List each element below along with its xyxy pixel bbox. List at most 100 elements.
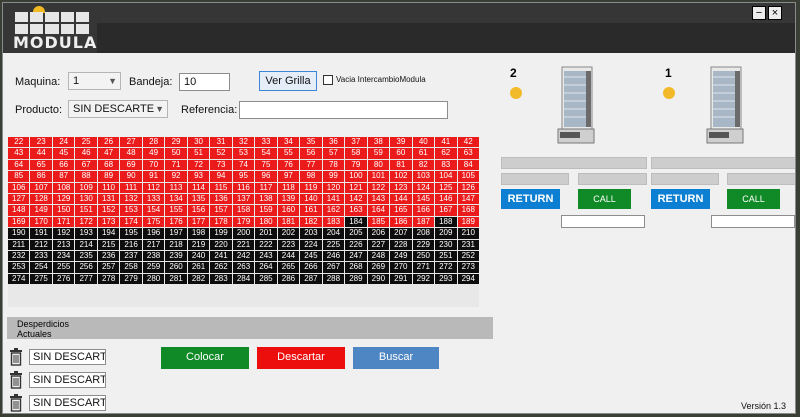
tray-cell[interactable]: 128 <box>30 193 52 205</box>
tray-cell[interactable]: 65 <box>30 159 52 171</box>
tray-cell[interactable]: 142 <box>345 193 367 205</box>
tray-cell[interactable]: 293 <box>435 273 457 285</box>
tray-cell[interactable]: 68 <box>97 159 120 171</box>
tray-cell[interactable]: 108 <box>52 182 75 193</box>
tray-cell[interactable]: 204 <box>322 228 345 239</box>
return-button[interactable]: RETURN <box>651 189 710 209</box>
tray-cell[interactable]: 91 <box>142 171 165 182</box>
tray-cell[interactable]: 194 <box>97 228 120 239</box>
tray-cell[interactable]: 131 <box>97 193 120 205</box>
tray-cell[interactable]: 271 <box>412 262 435 273</box>
producto-select[interactable]: SIN DESCARTE ▼ <box>68 100 168 118</box>
tray-cell[interactable]: 100 <box>345 171 367 182</box>
tray-cell[interactable]: 89 <box>97 171 120 182</box>
tray-cell[interactable]: 94 <box>210 171 232 182</box>
tray-cell[interactable]: 198 <box>187 228 210 239</box>
tray-cell[interactable]: 238 <box>142 250 165 262</box>
tray-cell[interactable]: 192 <box>52 228 75 239</box>
tray-cell[interactable]: 288 <box>322 273 345 285</box>
tray-cell[interactable]: 153 <box>120 205 142 216</box>
tray-cell[interactable]: 263 <box>232 262 255 273</box>
tray-cell[interactable]: 174 <box>120 216 142 228</box>
tray-cell[interactable]: 49 <box>142 148 165 159</box>
tray-cell[interactable]: 247 <box>345 250 367 262</box>
tray-cell[interactable]: 254 <box>30 262 52 273</box>
tray-cell[interactable]: 173 <box>97 216 120 228</box>
tray-cell[interactable]: 212 <box>30 239 52 250</box>
tray-cell[interactable]: 37 <box>345 137 367 148</box>
tray-cell[interactable]: 239 <box>165 250 187 262</box>
tray-cell[interactable]: 127 <box>8 193 30 205</box>
tray-cell[interactable]: 269 <box>367 262 390 273</box>
tray-cell[interactable]: 240 <box>187 250 210 262</box>
tray-cell[interactable]: 103 <box>412 171 435 182</box>
tray-cell[interactable]: 73 <box>210 159 232 171</box>
tray-cell[interactable]: 270 <box>390 262 412 273</box>
tray-cell[interactable]: 196 <box>142 228 165 239</box>
tray-cell[interactable]: 130 <box>75 193 97 205</box>
tray-cell[interactable]: 234 <box>52 250 75 262</box>
tray-cell[interactable]: 107 <box>30 182 52 193</box>
descartar-button[interactable]: Descartar <box>257 347 345 369</box>
tray-cell[interactable]: 256 <box>75 262 97 273</box>
tray-cell[interactable]: 64 <box>8 159 30 171</box>
tray-cell[interactable]: 258 <box>120 262 142 273</box>
tray-cell[interactable]: 193 <box>75 228 97 239</box>
tray-cell[interactable]: 184 <box>345 216 367 228</box>
tray-cell[interactable]: 218 <box>165 239 187 250</box>
tray-cell[interactable]: 148 <box>8 205 30 216</box>
tray-cell[interactable]: 207 <box>390 228 412 239</box>
tray-cell[interactable]: 84 <box>457 159 479 171</box>
tray-cell[interactable]: 216 <box>120 239 142 250</box>
tray-cell[interactable]: 230 <box>435 239 457 250</box>
tray-cell[interactable]: 34 <box>277 137 300 148</box>
tray-cell[interactable]: 71 <box>165 159 187 171</box>
tray-cell[interactable]: 171 <box>52 216 75 228</box>
tray-cell[interactable]: 294 <box>457 273 479 285</box>
tray-cell[interactable]: 80 <box>367 159 390 171</box>
tray-cell[interactable]: 83 <box>435 159 457 171</box>
tray-cell[interactable]: 282 <box>187 273 210 285</box>
tray-cell[interactable]: 241 <box>210 250 232 262</box>
desperdicio-field-2[interactable]: SIN DESCARTE <box>29 372 106 388</box>
tray-cell[interactable]: 25 <box>75 137 97 148</box>
tray-cell[interactable]: 44 <box>30 148 52 159</box>
machine-input[interactable] <box>561 215 645 228</box>
tray-cell[interactable]: 92 <box>165 171 187 182</box>
tray-cell[interactable]: 166 <box>412 205 435 216</box>
tray-cell[interactable]: 114 <box>187 182 210 193</box>
tray-cell[interactable]: 82 <box>412 159 435 171</box>
tray-cell[interactable]: 45 <box>52 148 75 159</box>
tray-cell[interactable]: 235 <box>75 250 97 262</box>
tray-cell[interactable]: 151 <box>75 205 97 216</box>
tray-cell[interactable]: 180 <box>255 216 277 228</box>
tray-cell[interactable]: 224 <box>300 239 322 250</box>
tray-cell[interactable]: 126 <box>457 182 479 193</box>
tray-cell[interactable]: 81 <box>390 159 412 171</box>
tray-cell[interactable]: 278 <box>97 273 120 285</box>
tray-cell[interactable]: 51 <box>187 148 210 159</box>
tray-cell[interactable]: 179 <box>232 216 255 228</box>
tray-cell[interactable]: 255 <box>52 262 75 273</box>
tray-cell[interactable]: 48 <box>120 148 142 159</box>
tray-cell[interactable]: 112 <box>142 182 165 193</box>
tray-cell[interactable]: 36 <box>322 137 345 148</box>
tray-cell[interactable]: 182 <box>300 216 322 228</box>
tray-cell[interactable]: 146 <box>435 193 457 205</box>
tray-cell[interactable]: 98 <box>300 171 322 182</box>
tray-cell[interactable]: 210 <box>457 228 479 239</box>
tray-cell[interactable]: 280 <box>142 273 165 285</box>
tray-cell[interactable]: 95 <box>232 171 255 182</box>
tray-cell[interactable]: 40 <box>412 137 435 148</box>
tray-cell[interactable]: 183 <box>322 216 345 228</box>
tray-cell[interactable]: 215 <box>97 239 120 250</box>
tray-cell[interactable]: 186 <box>390 216 412 228</box>
tray-cell[interactable]: 162 <box>322 205 345 216</box>
tray-cell[interactable]: 242 <box>232 250 255 262</box>
tray-cell[interactable]: 32 <box>232 137 255 148</box>
tray-cell[interactable]: 167 <box>435 205 457 216</box>
tray-cell[interactable]: 28 <box>142 137 165 148</box>
tray-cell[interactable]: 104 <box>435 171 457 182</box>
tray-cell[interactable]: 39 <box>390 137 412 148</box>
tray-cell[interactable]: 260 <box>165 262 187 273</box>
